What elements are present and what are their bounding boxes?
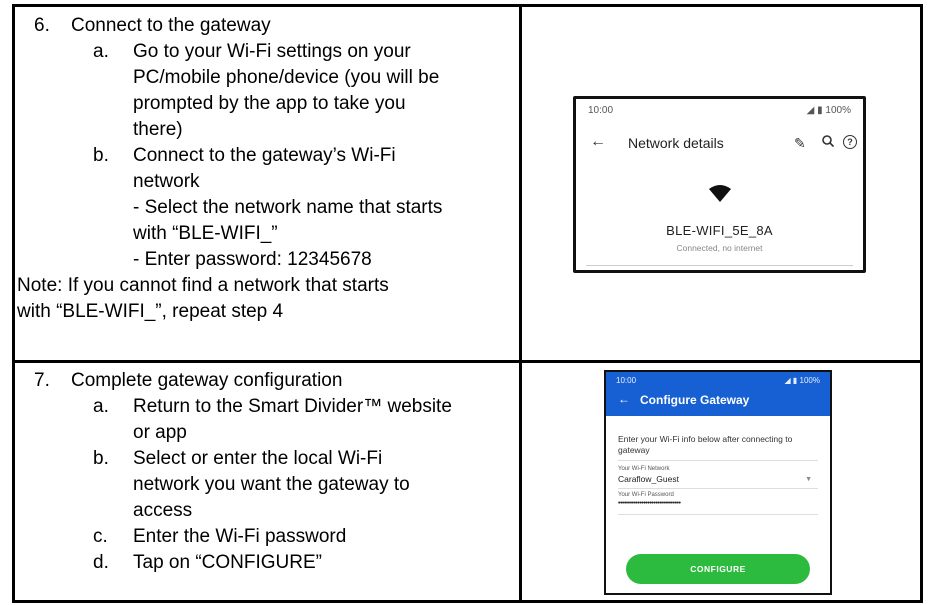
step-6-title: Connect to the gateway	[71, 15, 271, 36]
step-7a-line: or app	[133, 422, 187, 443]
step-6a-line: PC/mobile phone/device (you will be	[133, 67, 440, 88]
help-icon[interactable]: ?	[843, 135, 857, 149]
step-6a-line: there)	[133, 119, 183, 140]
step-7a-marker: a.	[93, 396, 109, 417]
battery-percent: 100%	[799, 376, 820, 385]
signal-icon: ◢	[784, 376, 791, 385]
step-7b-line: Select or enter the local Wi-Fi	[133, 448, 383, 469]
status-icons: ◢ ▮ 100%	[785, 376, 821, 385]
screen-title: Network details	[628, 135, 724, 151]
network-name: BLE-WIFI_5E_8A	[666, 223, 773, 238]
step-7-title: Complete gateway configuration	[71, 370, 343, 391]
status-time: 10:00	[588, 105, 614, 116]
password-label: Your Wi-Fi Password	[618, 492, 674, 498]
app-header: 10:00 ◢ ▮ 100% ← Configure Gateway	[606, 372, 830, 416]
divider	[618, 514, 818, 515]
step-7d-marker: d.	[93, 552, 109, 573]
app-bar: ← Network details ✎ ?	[576, 133, 863, 157]
step-7a-line: Return to the Smart Divider™ website	[133, 396, 452, 417]
step-6-number: 6.	[34, 15, 50, 36]
step-6a-marker: a.	[93, 41, 109, 62]
step-7b-line: access	[133, 500, 193, 521]
divider	[586, 265, 853, 266]
step-7b-marker: b.	[93, 448, 109, 469]
step-6a-line: Go to your Wi-Fi settings on your	[133, 41, 411, 62]
network-label: Your Wi-Fi Network	[618, 466, 670, 472]
signal-icon: ◢	[806, 105, 815, 116]
divider	[618, 460, 818, 461]
wifi-icon	[709, 185, 731, 208]
step-6-note: with “BLE-WIFI_”, repeat step 4	[17, 301, 284, 322]
step-7-number: 7.	[34, 370, 50, 391]
network-details-screenshot: 10:00 ◢ ▮ 100% ← Network details ✎ ? BLE…	[573, 96, 866, 273]
step-7c-marker: c.	[93, 526, 108, 547]
search-icon[interactable]	[821, 133, 835, 154]
config-form: Enter your Wi-Fi info below after connec…	[618, 428, 818, 540]
form-intro: Enter your Wi-Fi info below after connec…	[618, 434, 793, 455]
screen-title: Configure Gateway	[640, 393, 750, 407]
configure-gateway-screenshot: 10:00 ◢ ▮ 100% ← Configure Gateway Enter…	[604, 370, 832, 595]
network-select[interactable]: Caraflow_Guest	[618, 474, 679, 484]
battery-icon: ▮	[817, 105, 823, 116]
step-6b-line: - Select the network name that starts	[133, 197, 443, 218]
step-6-note: Note: If you cannot find a network that …	[17, 275, 389, 296]
status-time: 10:00	[616, 376, 637, 385]
chevron-down-icon[interactable]: ▼	[805, 476, 812, 483]
pencil-icon[interactable]: ✎	[794, 135, 806, 152]
step-6b-line: - Enter password: 12345678	[133, 249, 372, 270]
step-7d-line: Tap on “CONFIGURE”	[133, 552, 322, 573]
step-7b-line: network you want the gateway to	[133, 474, 410, 495]
configure-button[interactable]: CONFIGURE	[626, 554, 810, 584]
password-field[interactable]: ••••••••••••••••••••••••••••••••	[618, 500, 681, 507]
connection-status: Connected, no internet	[676, 243, 763, 253]
step-7c-line: Enter the Wi-Fi password	[133, 526, 347, 547]
divider	[618, 488, 818, 489]
step-6a-line: prompted by the app to take you	[133, 93, 406, 114]
step-6b-line: with “BLE-WIFI_”	[133, 223, 278, 244]
column-divider	[519, 7, 522, 600]
step-6b-marker: b.	[93, 145, 109, 166]
status-icons: ◢ ▮ 100%	[807, 105, 851, 116]
arrow-left-icon[interactable]: ←	[590, 133, 606, 151]
step-6b-line: network	[133, 171, 200, 192]
battery-icon: ▮	[792, 376, 798, 385]
battery-percent: 100%	[825, 105, 851, 116]
step-6b-line: Connect to the gateway’s Wi-Fi	[133, 145, 396, 166]
arrow-left-icon[interactable]: ←	[618, 392, 630, 406]
